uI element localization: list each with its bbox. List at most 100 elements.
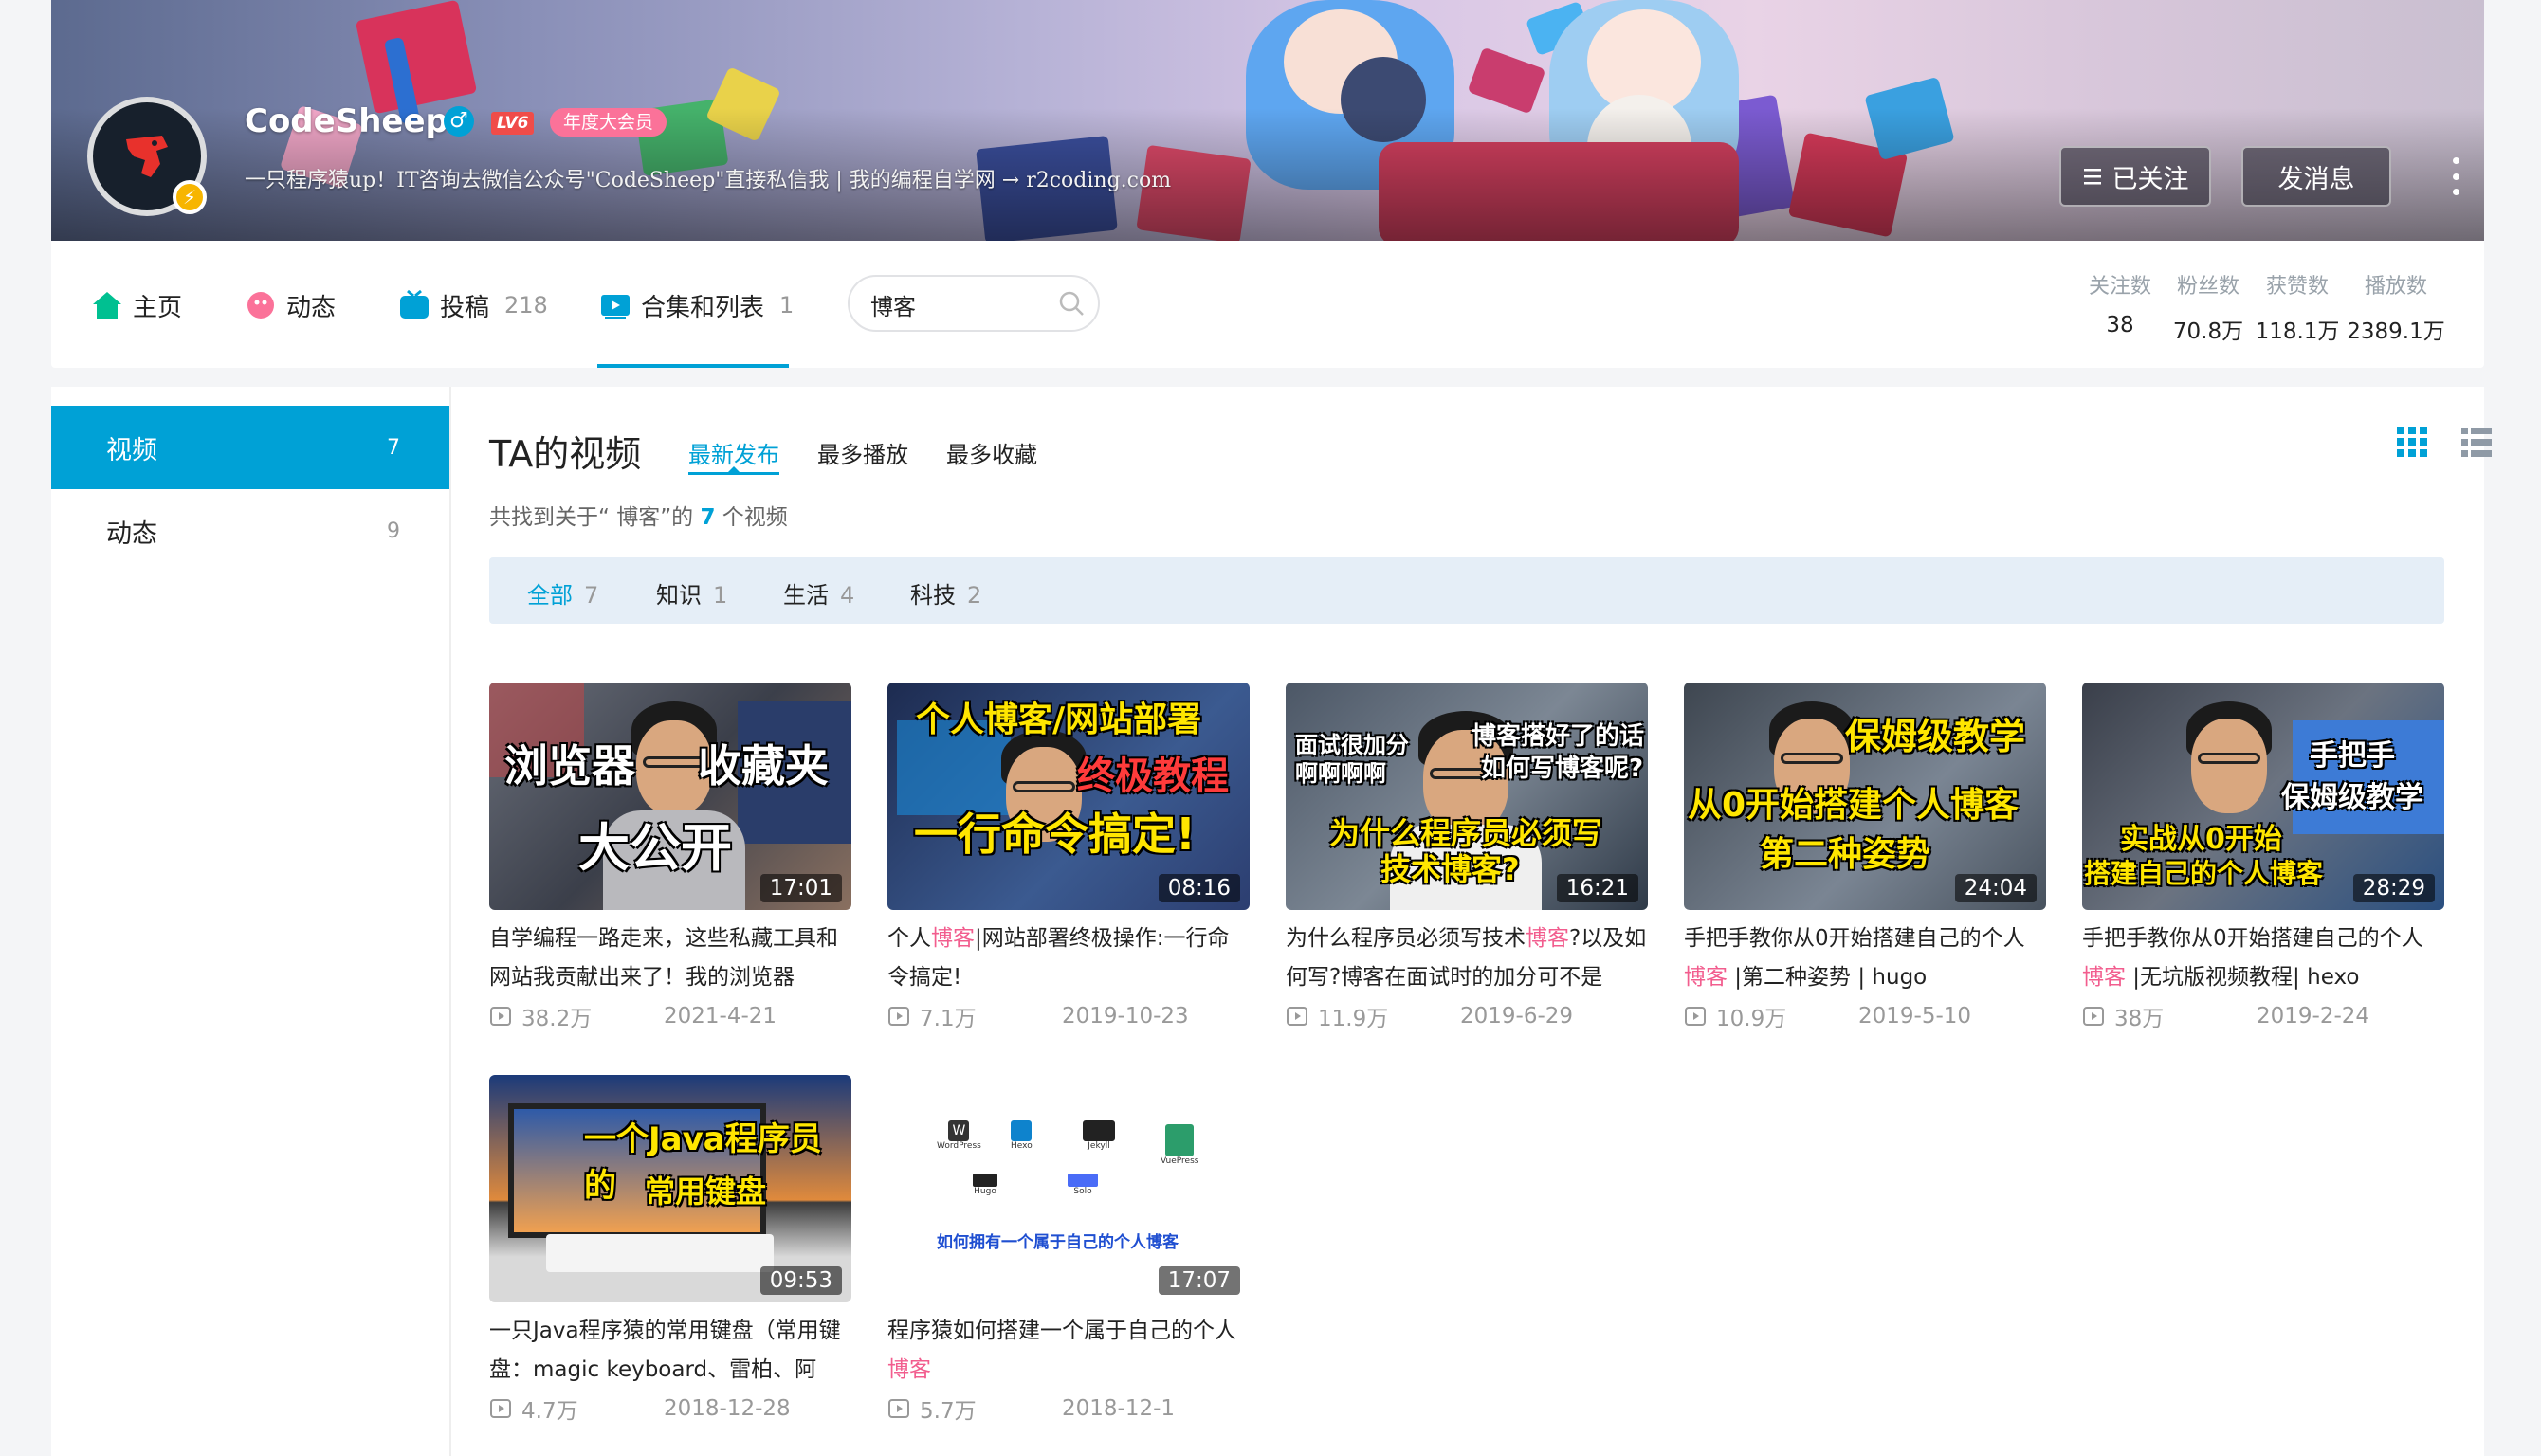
video-thumbnail[interactable]: 保姆级教学 从0开始搭建个人博客 第二种姿势 24:04 [1684, 682, 2046, 910]
category-knowledge[interactable]: 知识 1 [656, 576, 727, 610]
thumb-caption: 搭建自己的个人博客 [2084, 858, 2324, 889]
title-text: 自学编程一路走来，这些私藏工具和网站我贡献出来了！我的浏览器 [489, 926, 838, 990]
playlist-icon [601, 295, 630, 319]
sort-most-favorited[interactable]: 最多收藏 [946, 436, 1037, 469]
more-options-icon[interactable] [2450, 157, 2461, 195]
result-prefix: 共找到关于“ 博客”的 [489, 505, 694, 530]
video-title[interactable]: 个人博客|网站部署终极操作:一行命令搞定! [887, 919, 1250, 997]
video-duration: 28:29 [2352, 874, 2435, 902]
category-tech[interactable]: 科技 2 [910, 576, 981, 610]
video-thumbnail[interactable]: 浏览器 收藏夹 大公开 17:01 [489, 682, 851, 910]
sidebar-item-videos[interactable]: 视频 7 [51, 406, 449, 489]
video-title[interactable]: 一只Java程序猿的常用键盘（常用键盘：magic keyboard、雷柏、阿 [489, 1312, 851, 1390]
stat-plays-label: 播放数 [2364, 275, 2427, 299]
tab-collections-count: 1 [779, 292, 795, 318]
send-message-label: 发消息 [2277, 164, 2355, 194]
play-count-icon [888, 1399, 909, 1418]
tab-uploads-count: 218 [504, 292, 548, 318]
thumb-caption: 保姆级教学 [2281, 781, 2423, 814]
thumb-icon-label: VuePress [1161, 1156, 1199, 1166]
title-keyword: 博客 [2082, 965, 2126, 990]
category-life[interactable]: 生活 4 [783, 576, 854, 610]
video-thumbnail[interactable]: W WordPress Hexo Jekyll VuePress Hugo So… [887, 1075, 1250, 1302]
tv-icon [400, 289, 429, 318]
hexo-logo: Hexo [1011, 1120, 1033, 1151]
category-count: 2 [967, 582, 982, 609]
search-input[interactable] [868, 286, 1043, 322]
video-title[interactable]: 程序猿如何搭建一个属于自己的个人博客 [887, 1312, 1250, 1390]
tab-collections[interactable]: 合集和列表 1 [599, 286, 794, 324]
thumb-icon-label: Hugo [974, 1187, 996, 1196]
tab-collections-label: 合集和列表 [641, 293, 765, 322]
verified-icon: ⚡ [173, 180, 207, 214]
video-card[interactable]: 个人博客/网站部署 终极教程 一行命令搞定! 08:16 个人博客|网站部署终极… [887, 682, 1250, 1035]
video-duration: 09:53 [759, 1266, 842, 1295]
thumb-caption: 博客搭好了的话 [1472, 722, 1645, 751]
search-box[interactable] [848, 275, 1100, 332]
stat-fans[interactable]: 粉丝数 70.8万 [2164, 269, 2253, 345]
video-duration: 17:07 [1158, 1266, 1240, 1295]
video-card[interactable]: 浏览器 收藏夹 大公开 17:01 自学编程一路走来，这些私藏工具和网站我贡献出… [489, 682, 851, 1035]
video-card[interactable]: W WordPress Hexo Jekyll VuePress Hugo So… [887, 1075, 1250, 1428]
upload-date: 2021-4-21 [664, 1004, 777, 1028]
video-card[interactable]: 面试很加分 啊啊啊啊 博客搭好了的话 如何写博客呢? 为什么程序员必须写 技术博… [1286, 682, 1648, 1035]
video-card[interactable]: 保姆级教学 从0开始搭建个人博客 第二种姿势 24:04 手把手教你从0开始搭建… [1684, 682, 2046, 1035]
solo-logo: Solo [1068, 1174, 1098, 1196]
follow-button-label: 已关注 [2111, 164, 2189, 194]
video-title[interactable]: 手把手教你从0开始搭建自己的个人博客 |无坑版视频教程| hexo [2082, 919, 2444, 997]
vuepress-logo: VuePress [1161, 1124, 1198, 1166]
title-text: |第二种姿势 | hugo [1728, 965, 1928, 990]
play-count: 4.7万 [521, 1399, 578, 1424]
stat-likes-value: 118.1万 [2255, 319, 2340, 344]
sort-latest[interactable]: 最新发布 [688, 436, 779, 469]
follow-button[interactable]: 已关注 [2059, 146, 2211, 207]
tab-home[interactable]: 主页 [91, 286, 182, 324]
thumb-caption: 常用键盘 [645, 1174, 767, 1210]
play-count-icon [490, 1007, 511, 1026]
thumb-caption: 手把手 [2310, 739, 2395, 773]
upload-date: 2019-10-23 [1062, 1004, 1189, 1028]
video-thumbnail[interactable]: 一个Java程序员的 常用键盘 09:53 [489, 1075, 851, 1302]
tab-uploads[interactable]: 投稿 218 [398, 286, 548, 324]
list-view-icon[interactable] [2459, 425, 2494, 459]
stat-following[interactable]: 关注数 38 [2076, 269, 2164, 345]
tab-uploads-label: 投稿 [440, 293, 490, 322]
title-text: 个人 [887, 926, 931, 951]
video-title[interactable]: 自学编程一路走来，这些私藏工具和网站我贡献出来了！我的浏览器 [489, 919, 851, 997]
upload-date: 2019-5-10 [1858, 1004, 1972, 1028]
tab-dynamics[interactable]: 动态 [245, 286, 336, 324]
send-message-button[interactable]: 发消息 [2241, 146, 2391, 207]
result-suffix: 个视频 [722, 505, 788, 530]
category-count: 4 [840, 582, 855, 609]
search-icon[interactable] [1058, 290, 1085, 317]
video-thumbnail[interactable]: 面试很加分 啊啊啊啊 博客搭好了的话 如何写博客呢? 为什么程序员必须写 技术博… [1286, 682, 1648, 910]
video-title[interactable]: 手把手教你从0开始搭建自己的个人博客 |第二种姿势 | hugo [1684, 919, 2046, 997]
grid-view-icon[interactable] [2395, 425, 2429, 459]
sidebar-item-dynamics[interactable]: 动态 9 [51, 489, 449, 573]
category-filter-bar: 全部 7 知识 1 生活 4 科技 2 [489, 557, 2444, 624]
video-title[interactable]: 为什么程序员必须写技术博客?以及如何写?博客在面试时的加分可不是 [1286, 919, 1648, 997]
title-text: 手把手教你从0开始搭建自己的个人 [2082, 926, 2423, 951]
video-thumbnail[interactable]: 个人博客/网站部署 终极教程 一行命令搞定! 08:16 [887, 682, 1250, 910]
user-signature: 一只程序猿up！IT咨询去微信公众号"CodeSheep"直接私信我 | 我的编… [245, 169, 1172, 192]
video-meta: 38万 2019-2-24 [2082, 997, 2444, 1035]
thumb-icon-label: Hexo [1011, 1141, 1033, 1151]
thumb-caption: 实战从0开始 [2120, 823, 2282, 856]
category-count: 1 [713, 582, 728, 609]
category-all[interactable]: 全部 7 [527, 576, 598, 610]
thumb-caption: 收藏夹 [698, 740, 829, 792]
vip-badge[interactable]: 年度大会员 [550, 108, 667, 136]
menu-icon [2083, 169, 2101, 185]
video-thumbnail[interactable]: 手把手 保姆级教学 实战从0开始 搭建自己的个人博客 28:29 [2082, 682, 2444, 910]
play-count-icon [1685, 1007, 1706, 1026]
tab-dynamics-label: 动态 [286, 293, 337, 322]
thumb-caption: 技术博客? [1380, 851, 1520, 887]
title-keyword: 博客 [1526, 926, 1569, 951]
stat-plays-value: 2389.1万 [2347, 319, 2445, 344]
video-card[interactable]: 一个Java程序员的 常用键盘 09:53 一只Java程序猿的常用键盘（常用键… [489, 1075, 851, 1428]
stat-likes: 获赞数 118.1万 [2253, 269, 2342, 345]
title-text: 程序猿如何搭建一个属于自己的个人 [887, 1319, 1236, 1343]
sort-most-played[interactable]: 最多播放 [817, 436, 908, 469]
video-card[interactable]: 手把手 保姆级教学 实战从0开始 搭建自己的个人博客 28:29 手把手教你从0… [2082, 682, 2444, 1035]
active-tab-indicator [597, 364, 789, 368]
